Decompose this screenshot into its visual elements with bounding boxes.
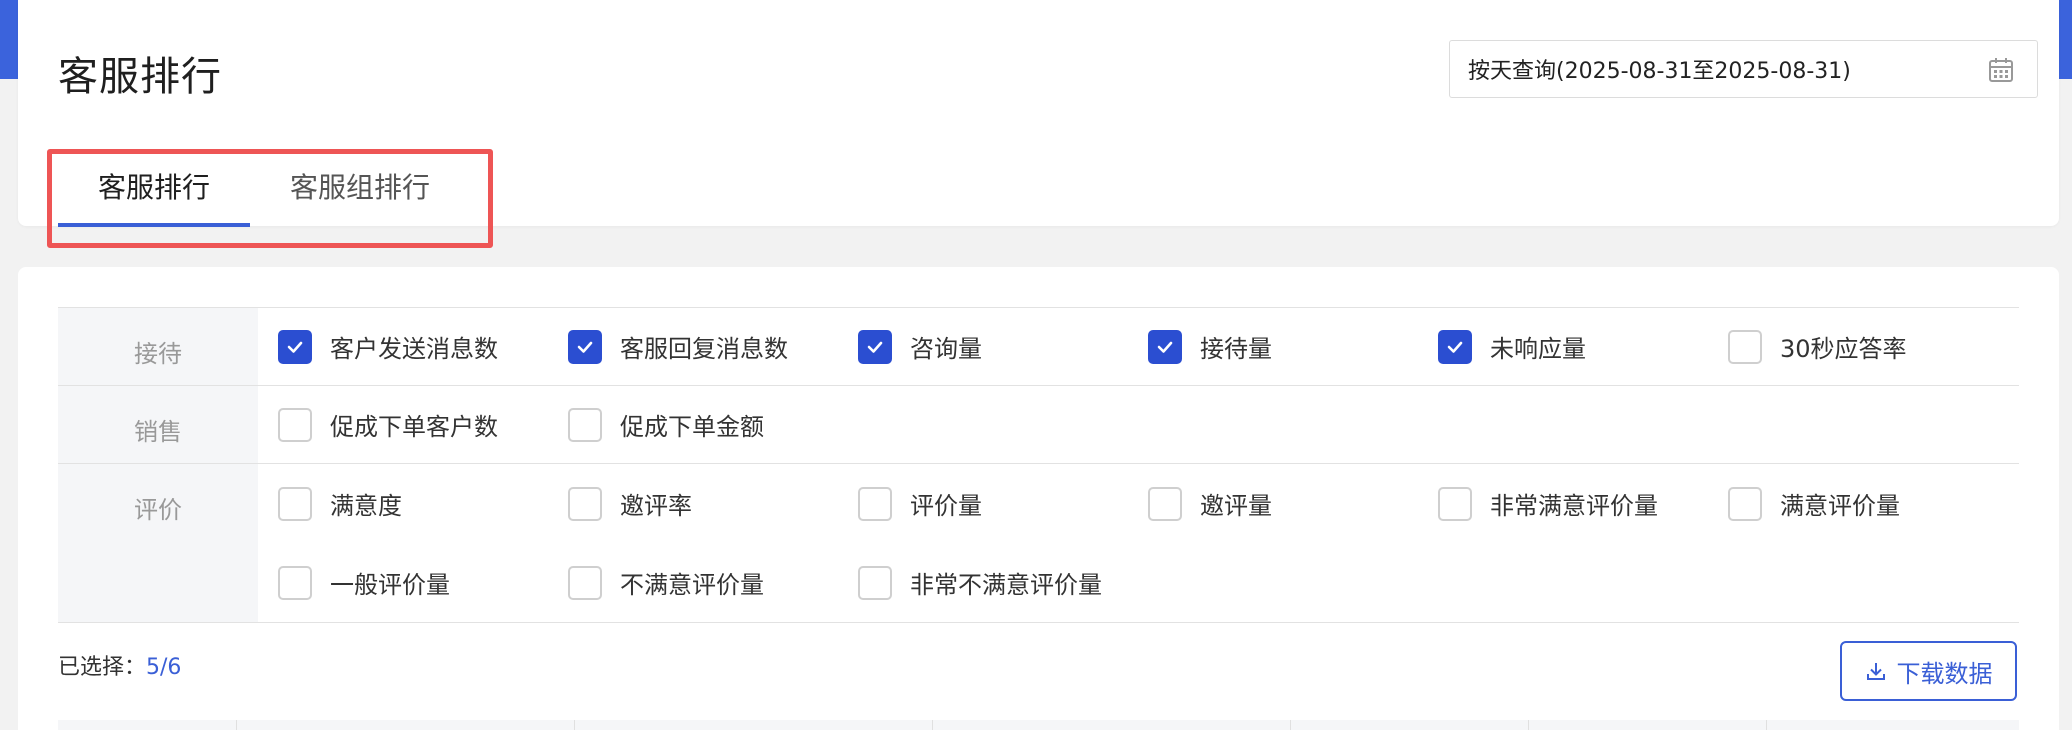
metric-label: 邀评率 (620, 492, 692, 520)
metric-unanswered[interactable]: 未响应量 (1438, 308, 1728, 385)
metric-satisfied[interactable]: 满意评价量 (1728, 464, 2018, 543)
metric-order-amount[interactable]: 促成下单金额 (568, 386, 858, 463)
metric-group-label: 接待 (58, 308, 258, 385)
metric-label: 未响应量 (1490, 335, 1586, 363)
metric-invite-count[interactable]: 邀评量 (1148, 464, 1438, 543)
metric-evaluation-count[interactable]: 评价量 (858, 464, 1148, 543)
column-divider (1766, 720, 1767, 730)
date-range-text: 按天查询(2025-08-31至2025-08-31) (1468, 59, 1851, 84)
selected-label: 已选择： (58, 655, 147, 680)
tab-agent-group-ranking[interactable]: 客服组排行 (250, 150, 470, 227)
column-divider (1290, 720, 1291, 730)
column-divider (1528, 720, 1529, 730)
download-data-button[interactable]: 下载数据 (1840, 641, 2017, 701)
ranking-tabs: 客服排行 客服组排行 (58, 150, 470, 227)
metric-neutral[interactable]: 一般评价量 (278, 543, 568, 622)
checkbox-unchecked-icon[interactable] (858, 486, 892, 521)
header-card: 客服排行 按天查询(2025-08-31至2025-08-31) 客服排行 客服… (18, 0, 2059, 227)
metric-label: 评价量 (910, 492, 982, 520)
checkbox-unchecked-icon[interactable] (1438, 486, 1472, 521)
metric-row-evaluation: 评价 满意度 邀评率 评价量 邀评量 非常满意评价量 满意评价量 一般评价量 不… (58, 464, 2019, 623)
metric-label: 30秒应答率 (1780, 335, 1907, 363)
checkbox-unchecked-icon[interactable] (1148, 486, 1182, 521)
metric-label: 满意评价量 (1780, 492, 1900, 520)
metric-order-customers[interactable]: 促成下单客户数 (278, 386, 568, 463)
metric-row-reception: 接待 客户发送消息数 客服回复消息数 咨询量 接待量 未响应量 30秒应答率 (58, 308, 2019, 386)
metric-label: 满意度 (330, 492, 402, 520)
checkbox-unchecked-icon[interactable] (278, 486, 312, 521)
checkbox-unchecked-icon[interactable] (568, 565, 602, 600)
selected-count: 5/6 (146, 655, 182, 680)
metric-label: 促成下单客户数 (330, 413, 498, 441)
calendar-icon (1989, 58, 2013, 82)
metrics-selector: 接待 客户发送消息数 客服回复消息数 咨询量 接待量 未响应量 30秒应答率 销… (58, 307, 2019, 623)
column-divider (236, 720, 237, 730)
metric-very-dissatisfied[interactable]: 非常不满意评价量 (858, 543, 1148, 622)
checkbox-unchecked-icon[interactable] (568, 407, 602, 442)
metric-consultations[interactable]: 咨询量 (858, 308, 1148, 385)
checkbox-unchecked-icon[interactable] (278, 565, 312, 600)
metric-label: 接待量 (1200, 335, 1272, 363)
page-title: 客服排行 (58, 54, 222, 100)
metric-30s-response-rate[interactable]: 30秒应答率 (1728, 308, 2018, 385)
metric-label: 咨询量 (910, 335, 982, 363)
checkbox-checked-icon[interactable] (568, 329, 602, 364)
metric-dissatisfied[interactable]: 不满意评价量 (568, 543, 858, 622)
checkbox-unchecked-icon[interactable] (278, 407, 312, 442)
download-label: 下载数据 (1896, 659, 1993, 688)
metric-receptions[interactable]: 接待量 (1148, 308, 1438, 385)
selected-count-text: 已选择：5/6 (58, 649, 181, 681)
date-range-picker[interactable]: 按天查询(2025-08-31至2025-08-31) (1449, 40, 2038, 98)
metric-label: 一般评价量 (330, 571, 450, 599)
checkbox-unchecked-icon[interactable] (1728, 329, 1762, 364)
checkbox-unchecked-icon[interactable] (568, 486, 602, 521)
tab-agent-ranking[interactable]: 客服排行 (58, 150, 251, 227)
metric-group-label: 评价 (58, 464, 258, 622)
checkbox-unchecked-icon[interactable] (1728, 486, 1762, 521)
metrics-card: 接待 客户发送消息数 客服回复消息数 咨询量 接待量 未响应量 30秒应答率 销… (18, 267, 2059, 730)
metric-label: 客户发送消息数 (330, 335, 498, 363)
checkbox-checked-icon[interactable] (858, 329, 892, 364)
metric-label: 邀评量 (1200, 492, 1272, 520)
metric-satisfaction[interactable]: 满意度 (278, 464, 568, 543)
checkbox-checked-icon[interactable] (1438, 329, 1472, 364)
metric-label: 不满意评价量 (620, 571, 764, 599)
checkbox-checked-icon[interactable] (278, 329, 312, 364)
checkbox-unchecked-icon[interactable] (858, 565, 892, 600)
column-divider (932, 720, 933, 730)
download-icon (1866, 663, 1885, 680)
metric-very-satisfied[interactable]: 非常满意评价量 (1438, 464, 1728, 543)
metric-label: 非常满意评价量 (1490, 492, 1658, 520)
metric-row-sales: 销售 促成下单客户数 促成下单金额 (58, 386, 2019, 464)
metric-invite-rate[interactable]: 邀评率 (568, 464, 858, 543)
metric-agent-replies[interactable]: 客服回复消息数 (568, 308, 858, 385)
metric-label: 促成下单金额 (620, 413, 764, 441)
ranking-table-header (58, 720, 2019, 730)
metric-label: 客服回复消息数 (620, 335, 788, 363)
metric-customer-messages[interactable]: 客户发送消息数 (278, 308, 568, 385)
column-divider (574, 720, 575, 730)
checkbox-checked-icon[interactable] (1148, 329, 1182, 364)
metric-label: 非常不满意评价量 (910, 571, 1102, 599)
metric-group-label: 销售 (58, 386, 258, 463)
